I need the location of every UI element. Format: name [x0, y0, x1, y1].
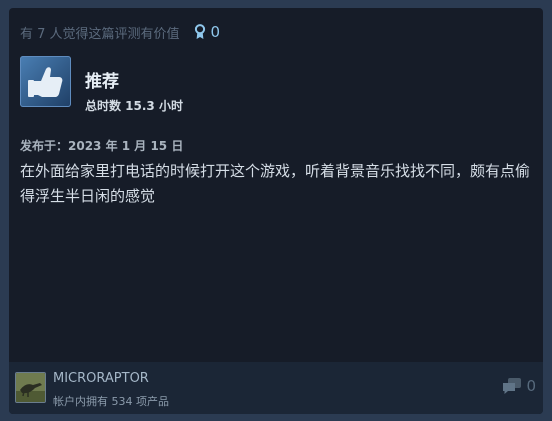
products-owned: 帐户内拥有 534 项产品: [53, 395, 169, 408]
avatar-image: [16, 373, 45, 402]
award-button[interactable]: 0: [194, 23, 221, 41]
comment-count: 0: [526, 377, 536, 395]
review-card: 有 7 人觉得这篇评测有价值 0 推荐 总时数 15.3 小时 发布于：2023…: [9, 8, 543, 414]
helpful-text: 有 7 人觉得这篇评测有价值: [20, 26, 180, 42]
author-name[interactable]: MICRORAPTOR: [53, 371, 149, 386]
thumbs-up-icon: [28, 67, 63, 97]
author-footer: MICRORAPTOR 帐户内拥有 534 项产品 0: [9, 362, 543, 414]
thumbs-up-badge: [20, 56, 71, 107]
comments-button[interactable]: 0: [502, 377, 536, 395]
helpful-row: 有 7 人觉得这篇评测有价值 0: [20, 22, 220, 42]
award-count: 0: [210, 23, 221, 41]
avatar[interactable]: [15, 372, 46, 403]
comment-icon: [503, 378, 522, 394]
hours-played: 总时数 15.3 小时: [85, 99, 183, 113]
award-icon: [194, 24, 205, 39]
review-body: 在外面给家里打电话的时候打开这个游戏，听着背景音乐找找不同，颇有点偷得浮生半日闲…: [20, 162, 531, 205]
posted-date: 发布于：2023 年 1 月 15 日: [20, 139, 184, 153]
recommendation-title: 推荐: [85, 72, 119, 92]
